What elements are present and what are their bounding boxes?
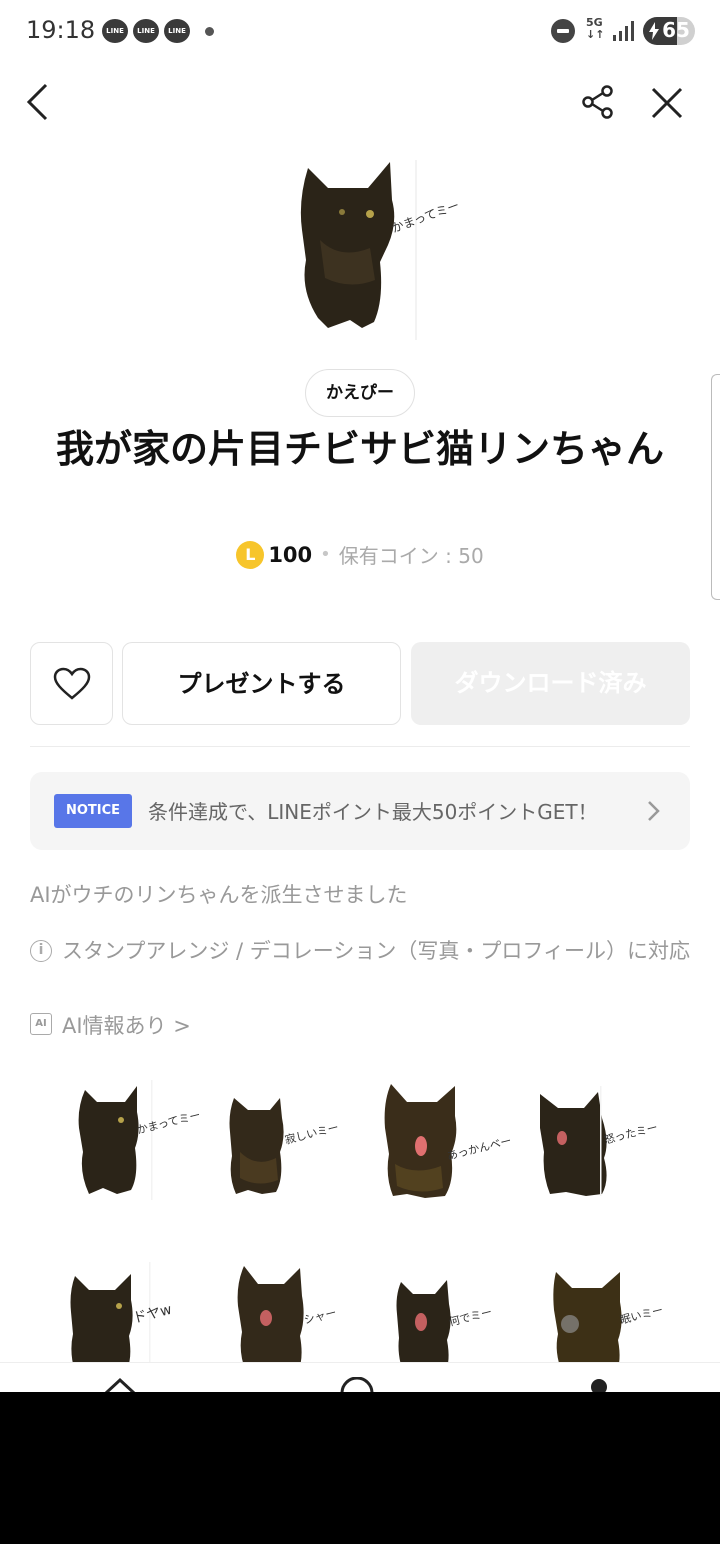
sticker-item[interactable]: かまってミー bbox=[45, 1072, 202, 1212]
sticker-item[interactable]: あっかんベー bbox=[375, 1072, 525, 1212]
description: AIがウチのリンちゃんを派生させました bbox=[30, 883, 408, 907]
cat-sticker-image bbox=[78, 1080, 153, 1200]
arrange-support-text: スタンプアレンジ / デコレーション（写真・プロフィール）に対応 bbox=[62, 939, 690, 963]
present-button[interactable]: プレゼントする bbox=[122, 642, 401, 725]
line-notification-icon: LINE bbox=[102, 19, 128, 43]
favorite-button[interactable] bbox=[30, 642, 113, 725]
chevron-right-icon bbox=[648, 801, 660, 821]
line-notification-icon: LINE bbox=[164, 19, 190, 43]
status-time: 19:18 bbox=[26, 16, 96, 44]
home-icon[interactable] bbox=[104, 1377, 136, 1392]
bottom-nav bbox=[0, 1362, 720, 1392]
notice-banner[interactable]: NOTICE 条件達成で、LINEポイント最大50ポイントGET！ bbox=[30, 772, 690, 850]
divider bbox=[30, 746, 690, 747]
sticker-item[interactable]: 怒ったミー bbox=[540, 1072, 690, 1212]
status-bar: 19:18 LINE LINE LINE 5G ↓↑ 65 bbox=[0, 0, 720, 62]
do-not-disturb-icon bbox=[551, 19, 575, 43]
sticker-title: 我が家の片目チビサビ猫リンちゃん bbox=[55, 427, 664, 471]
download-button[interactable]: ダウンロード済み bbox=[411, 642, 690, 725]
notice-text: 条件達成で、LINEポイント最大50ポイントGET！ bbox=[148, 800, 598, 824]
line-notification-icon: LINE bbox=[133, 19, 159, 43]
battery-level: 65 bbox=[662, 18, 690, 42]
separator-dot: • bbox=[320, 544, 331, 565]
more-notifications-dot bbox=[205, 27, 214, 36]
cat-sticker-image bbox=[300, 160, 417, 340]
author-chip[interactable]: かえぴー bbox=[305, 369, 415, 417]
heart-icon bbox=[53, 667, 91, 700]
owned-coins: 保有コイン : 50 bbox=[338, 544, 484, 568]
sticker-detail-screen: 19:18 LINE LINE LINE 5G ↓↑ 65 かまってミー かえぴ… bbox=[0, 0, 720, 1392]
network-type: 5G ↓↑ bbox=[586, 16, 605, 41]
battery-indicator: 65 bbox=[643, 17, 695, 45]
notice-badge: NOTICE bbox=[54, 794, 132, 828]
main-sticker-preview[interactable]: かまってミー bbox=[280, 150, 470, 340]
signal-icon bbox=[613, 21, 634, 41]
ai-info-text: AI情報あり > bbox=[62, 1014, 191, 1038]
ai-info-link[interactable]: AI AI情報あり > bbox=[30, 1010, 191, 1040]
profile-icon[interactable] bbox=[590, 1377, 608, 1392]
ai-icon: AI bbox=[30, 1013, 52, 1035]
arrange-support-info: i スタンプアレンジ / デコレーション（写真・プロフィール）に対応 bbox=[30, 937, 690, 966]
price: 100 bbox=[268, 542, 313, 567]
back-chevron-icon[interactable] bbox=[22, 82, 56, 122]
sticker-item[interactable]: 寂しいミー bbox=[210, 1072, 360, 1212]
info-icon: i bbox=[30, 940, 52, 962]
side-scroll-handle[interactable] bbox=[711, 374, 720, 600]
share-icon[interactable] bbox=[580, 84, 616, 120]
close-icon[interactable] bbox=[650, 86, 684, 120]
timeline-icon[interactable] bbox=[340, 1377, 374, 1392]
price-row: L 100 • 保有コイン : 50 bbox=[0, 540, 720, 576]
line-coin-icon: L bbox=[236, 540, 265, 569]
